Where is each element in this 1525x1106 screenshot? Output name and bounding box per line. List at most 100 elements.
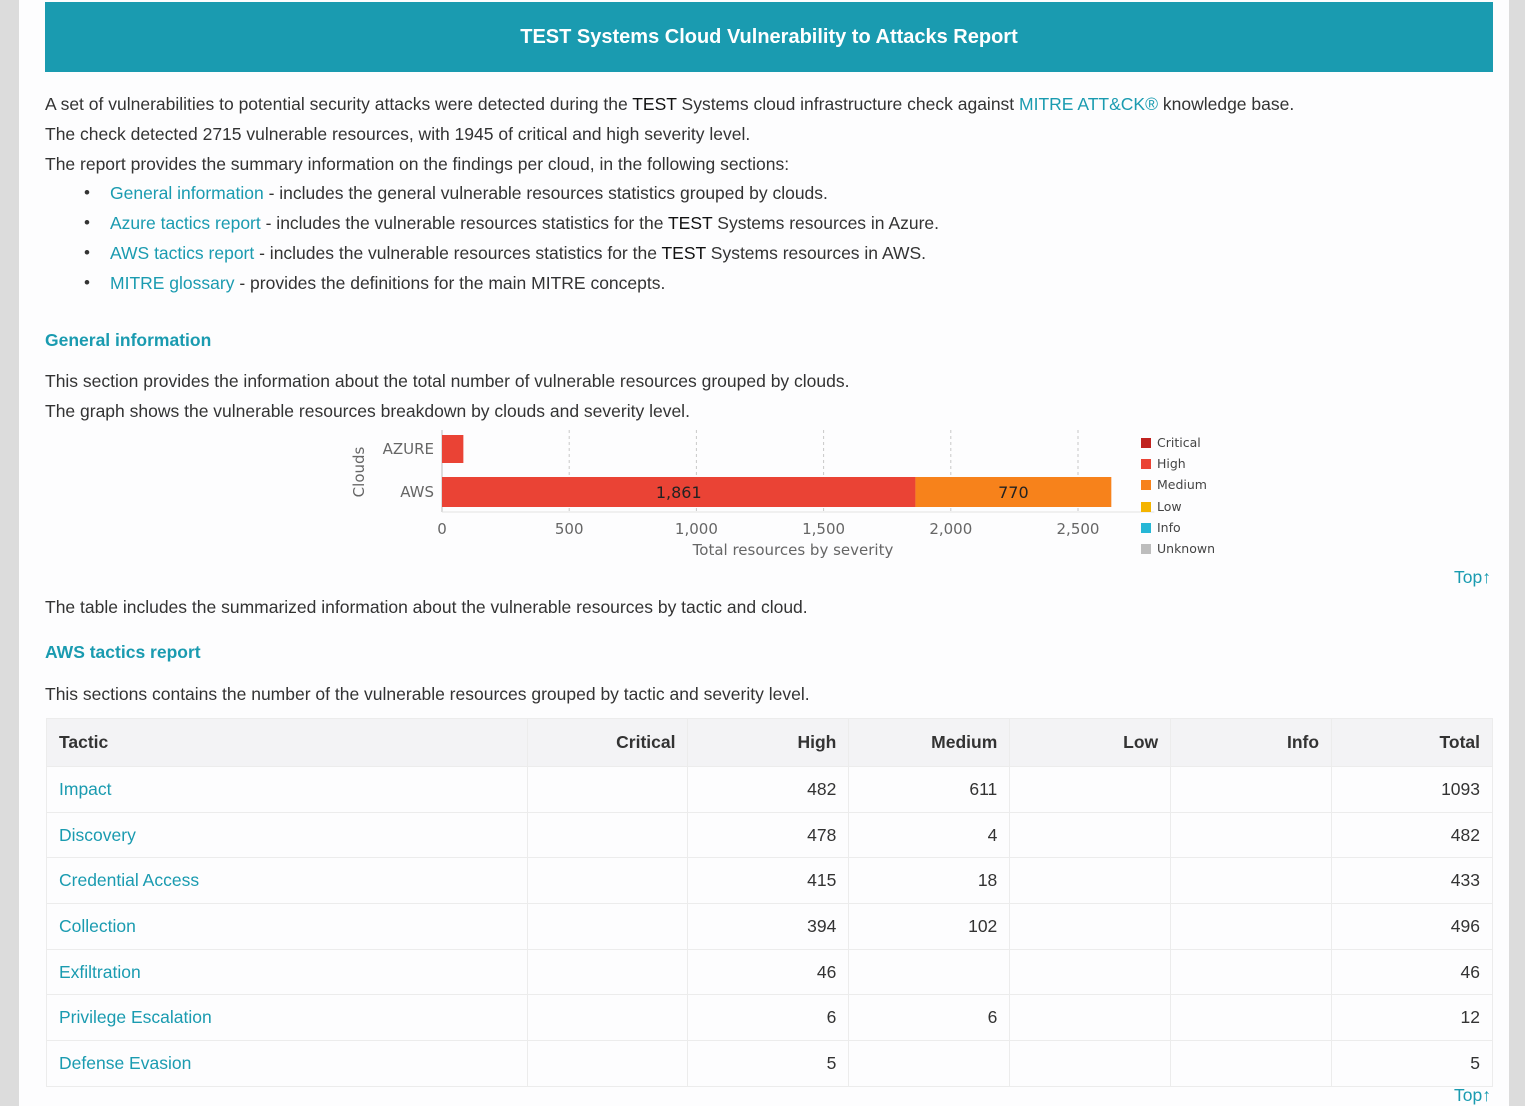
company-name: TEST (661, 243, 706, 263)
x-tick-label: 1,000 (675, 520, 718, 538)
tactic-link[interactable]: Discovery (59, 825, 136, 845)
table-row: Credential Access 415 18 433 (46, 857, 1493, 905)
legend-label: Unknown (1157, 541, 1216, 557)
aws-tactics-heading: AWS tactics report (45, 642, 201, 662)
tactic-cell: Exfiltration (46, 948, 528, 996)
critical-cell (526, 811, 689, 859)
table-of-contents: • General information - includes the gene… (45, 180, 939, 300)
general-description-2: The graph shows the vulnerable resources… (45, 401, 690, 421)
tactic-cell: Credential Access (46, 857, 528, 905)
total-cell: 433 (1331, 857, 1493, 905)
intro-paragraph-2: The check detected 2715 vulnerable resou… (45, 124, 751, 144)
low-cell (1009, 1040, 1172, 1087)
legend-swatch (1141, 437, 1151, 448)
legend-swatch (1141, 480, 1151, 491)
info-cell (1170, 903, 1333, 950)
low-cell (1009, 994, 1172, 1042)
x-tick-label: 2,500 (1057, 520, 1100, 538)
medium-cell: 6 (848, 994, 1011, 1042)
total-cell: 496 (1331, 903, 1493, 950)
total-cell: 5 (1331, 1040, 1493, 1087)
tactic-link[interactable]: Privilege Escalation (59, 1007, 212, 1027)
critical-cell (526, 766, 689, 813)
aws-tactics-description: This sections contains the number of the… (45, 684, 810, 704)
legend-item: Critical (1141, 432, 1215, 453)
legend-swatch (1141, 544, 1151, 555)
high-cell: 482 (687, 766, 850, 813)
high-cell: 5 (687, 1040, 850, 1087)
y-category-label: AWS (400, 483, 434, 501)
legend-item: Unknown (1141, 538, 1215, 559)
low-cell (1009, 766, 1172, 813)
medium-cell: 611 (848, 766, 1011, 813)
intro-paragraph-1: A set of vulnerabilities to potential se… (45, 94, 1294, 115)
toc-description: - includes the vulnerable resources stat… (254, 243, 662, 263)
tactic-cell: Discovery (46, 811, 528, 859)
chart-svg: 0 500 1,000 1,500 2,000 2,500 AZURE AWS 1,861 770… (350, 430, 1155, 559)
toc-link-azure-tactics[interactable]: Azure tactics report (110, 213, 261, 233)
top-link-bottom[interactable]: Top↑ (1454, 1085, 1491, 1106)
tactic-link[interactable]: Exfiltration (59, 962, 141, 982)
company-name: TEST (632, 94, 677, 114)
legend-swatch (1141, 501, 1151, 512)
toc-description: - provides the definitions for the main … (234, 273, 666, 293)
tactic-cell: Collection (46, 903, 528, 950)
bar-segment-high (442, 435, 464, 463)
legend-label: High (1157, 455, 1186, 471)
chart-legend: Critical High Medium Low Info Unknown (1141, 432, 1215, 560)
info-cell (1170, 1040, 1333, 1087)
table-row: Discovery 478 4 482 (46, 811, 1493, 859)
tactic-link[interactable]: Credential Access (59, 870, 199, 890)
mitre-attack-link[interactable]: MITRE ATT&CK® (1019, 94, 1158, 114)
high-cell: 415 (687, 857, 850, 905)
report-title-banner: TEST Systems Cloud Vulnerability to Atta… (45, 2, 1493, 72)
total-cell: 1093 (1331, 766, 1493, 813)
high-cell: 46 (687, 948, 850, 996)
bullet-icon: • (84, 273, 90, 292)
bullet-icon: • (84, 183, 90, 202)
total-cell: 46 (1331, 948, 1493, 996)
toc-description: Systems resources in AWS. (705, 243, 927, 263)
table-row: Defense Evasion 5 5 (46, 1040, 1493, 1087)
toc-link-general-information[interactable]: General information (110, 183, 264, 203)
medium-cell: 4 (848, 811, 1011, 859)
tactic-link[interactable]: Collection (59, 916, 136, 936)
column-header-total: Total (1331, 718, 1493, 767)
column-header-critical: Critical (526, 718, 689, 767)
toc-description: Systems resources in Azure. (712, 213, 940, 233)
medium-cell (848, 948, 1011, 996)
toc-link-aws-tactics[interactable]: AWS tactics report (110, 243, 254, 263)
legend-item: Info (1141, 517, 1215, 538)
legend-item: Low (1141, 496, 1215, 517)
legend-label: Critical (1157, 434, 1201, 450)
toc-link-mitre-glossary[interactable]: MITRE glossary (110, 273, 234, 293)
column-header-high: High (687, 718, 850, 767)
legend-label: Low (1157, 498, 1182, 514)
top-link[interactable]: Top↑ (1454, 567, 1491, 588)
table-row: Privilege Escalation 6 6 12 (46, 994, 1493, 1042)
tactic-cell: Defense Evasion (46, 1040, 528, 1087)
total-cell: 12 (1331, 994, 1493, 1042)
legend-item: Medium (1141, 475, 1215, 496)
report-title: TEST Systems Cloud Vulnerability to Atta… (520, 25, 1018, 48)
table-row: Collection 394 102 496 (46, 903, 1493, 950)
info-cell (1170, 948, 1333, 996)
intro-paragraph-3: The report provides the summary informat… (45, 154, 790, 174)
legend-swatch (1141, 458, 1151, 469)
toc-item-general: • General information - includes the gene… (45, 180, 939, 210)
tactic-link[interactable]: Impact (59, 779, 112, 799)
x-tick-label: 500 (555, 520, 584, 538)
critical-cell (526, 903, 689, 950)
column-header-tactic: Tactic (46, 718, 528, 767)
legend-swatch (1141, 522, 1151, 533)
high-cell: 478 (687, 811, 850, 859)
critical-cell (526, 948, 689, 996)
y-category-label: AZURE (383, 440, 434, 458)
tactic-link[interactable]: Defense Evasion (59, 1053, 191, 1073)
low-cell (1009, 948, 1172, 996)
total-cell: 482 (1331, 811, 1493, 859)
tactic-cell: Privilege Escalation (46, 994, 528, 1042)
table-row: Impact 482 611 1093 (46, 766, 1493, 813)
intro-text: A set of vulnerabilities to potential se… (45, 94, 633, 114)
x-tick-label: 1,500 (802, 520, 845, 538)
